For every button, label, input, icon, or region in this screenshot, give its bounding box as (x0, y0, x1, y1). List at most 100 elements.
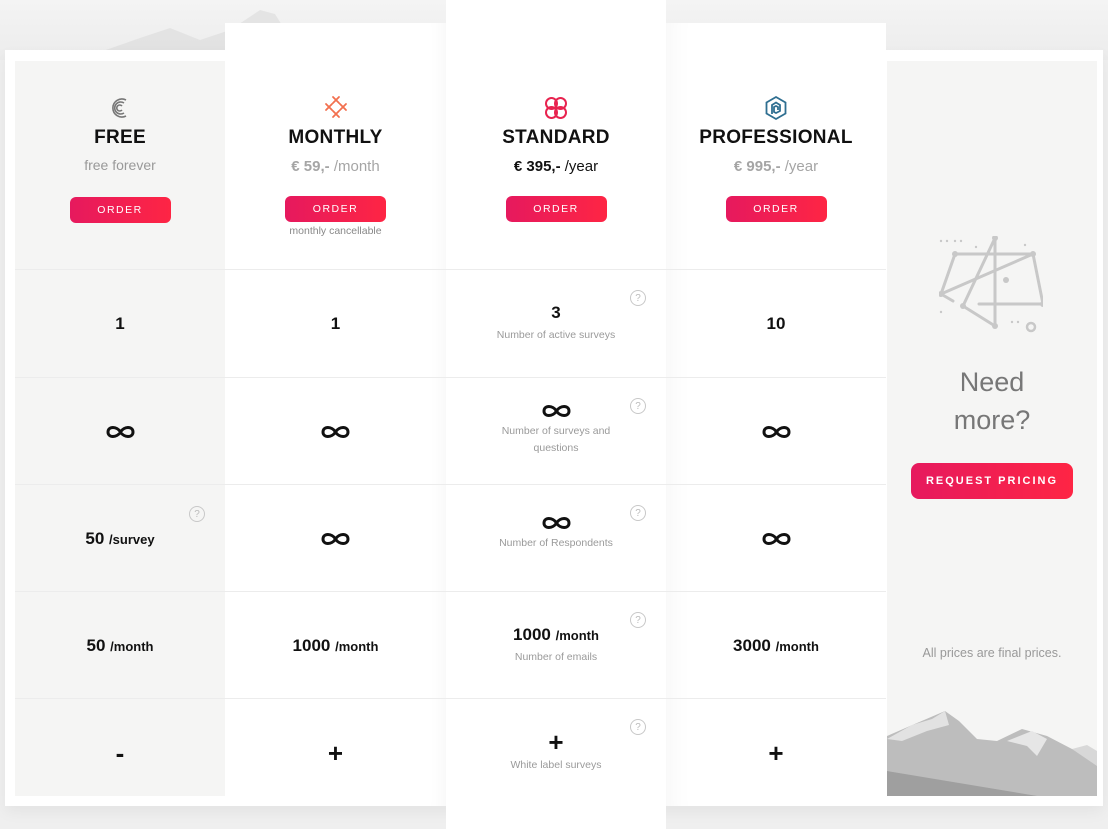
plan-column-professional: PROFESSIONAL € 995,- /year ORDER 10 3000… (666, 23, 886, 806)
need-more-heading: Need more? (887, 363, 1097, 439)
plus-value: + (548, 727, 564, 757)
plan-column-free: FREE free forever ORDER 1 50 /survey ? 5… (15, 61, 225, 796)
feature-value: 3 (551, 303, 561, 322)
feature-value: 50 /month (87, 636, 154, 656)
feature-row: + (666, 698, 886, 806)
mountains-illustration (887, 711, 1097, 796)
feature-row: - (15, 698, 225, 806)
order-button-standard[interactable]: ORDER (505, 196, 607, 222)
help-icon[interactable]: ? (630, 612, 646, 628)
clover-icon (545, 97, 567, 119)
feature-row: 10 (666, 269, 886, 377)
feature-row: 50 /survey ? (15, 484, 225, 592)
feature-value: 1 (330, 313, 341, 333)
feature-row (225, 377, 446, 485)
order-button-professional[interactable]: ORDER (725, 196, 827, 222)
feature-row: 1 (15, 269, 225, 377)
plus-value: + (768, 737, 784, 768)
price-period: /year (564, 158, 599, 175)
price-period: /month (333, 158, 380, 175)
feature-label: Number of surveys and questions (501, 424, 611, 454)
plan-name: PROFESSIONAL (699, 127, 853, 148)
price-amount: € 995,- (733, 158, 781, 175)
plan-price: € 59,- /month (225, 158, 446, 175)
feature-value: 50 /survey (85, 529, 154, 549)
plan-price: € 995,- /year (666, 158, 886, 175)
value-unit: /month (555, 628, 599, 643)
order-button-free[interactable]: ORDER (69, 197, 171, 223)
help-icon[interactable]: ? (630, 290, 646, 306)
infinity-icon (321, 532, 350, 545)
heading-line: Need (959, 367, 1025, 397)
plan-name: MONTHLY (288, 127, 383, 148)
value-unit: /month (110, 638, 154, 654)
plan-name: FREE (94, 127, 146, 148)
feature-row: 1 (225, 269, 446, 377)
feature-value: 1000 /month (513, 625, 599, 645)
help-icon[interactable]: ? (630, 398, 646, 414)
feature-label: Number of active surveys (496, 329, 616, 341)
value-number: 50 (86, 635, 106, 655)
feature-row: Number of Respondents ? (446, 484, 666, 592)
feature-row: 3 Number of active surveys ? (446, 269, 666, 377)
feature-row (666, 484, 886, 592)
price-amount: € 395,- (513, 158, 561, 175)
plan-column-monthly: MONTHLY € 59,- /month ORDER monthly canc… (225, 23, 446, 806)
request-pricing-button[interactable]: REQUEST PRICING (911, 463, 1073, 499)
feature-row: + (225, 698, 446, 806)
order-note: monthly cancellable (289, 225, 382, 237)
cross-pattern-icon (324, 96, 347, 118)
hexagon-spiral-icon (765, 95, 787, 121)
infinity-icon (761, 425, 791, 438)
plan-price: € 395,- /year (446, 158, 666, 175)
value-unit: /month (335, 638, 379, 654)
value-number: 50 (85, 528, 105, 548)
final-prices-note: All prices are final prices. (922, 646, 1062, 660)
feature-row: Number of surveys and questions ? (446, 377, 666, 485)
plan-header: MONTHLY € 59,- /month ORDER monthly canc… (225, 95, 446, 237)
plan-column-standard: STANDARD € 395,- /year ORDER 3 Number of… (446, 0, 666, 829)
plan-subtitle: free forever (84, 157, 156, 173)
feature-row: 50 /month (15, 591, 225, 699)
feature-row: 3000 /month (666, 591, 886, 699)
signal-arcs-icon (112, 98, 127, 118)
infinity-icon (541, 517, 571, 529)
infinity-icon (105, 425, 135, 438)
help-icon[interactable]: ? (189, 506, 205, 522)
need-more-panel: Need more? REQUEST PRICING All prices ar… (887, 61, 1097, 796)
plan-header: STANDARD € 395,- /year ORDER (446, 95, 666, 222)
plan-name: STANDARD (502, 127, 610, 148)
value-number: 3000 (733, 635, 771, 655)
feature-value: 3000 /month (733, 636, 819, 656)
help-icon[interactable]: ? (630, 505, 646, 521)
value-number: 1000 (513, 625, 551, 644)
infinity-icon (321, 425, 350, 438)
infinity-icon (761, 532, 791, 545)
feature-row: 1000 /month Number of emails ? (446, 591, 666, 699)
network-graph-icon (939, 236, 1043, 333)
value-unit: /survey (109, 531, 155, 547)
feature-label: Number of Respondents (499, 537, 613, 549)
feature-value: 10 (766, 313, 786, 333)
feature-row: + White label surveys ? (446, 698, 666, 806)
plan-header: FREE free forever ORDER (15, 95, 225, 223)
feature-label: White label surveys (510, 759, 602, 771)
minus-value: - (115, 737, 125, 768)
plus-value: + (327, 737, 344, 768)
feature-row (666, 377, 886, 485)
infinity-icon (541, 404, 571, 417)
feature-row (225, 484, 446, 592)
help-icon[interactable]: ? (630, 719, 646, 735)
order-button-monthly[interactable]: ORDER (285, 196, 386, 222)
feature-label: Number of emails (514, 651, 598, 663)
price-amount: € 59,- (291, 158, 330, 175)
value-unit: /month (775, 638, 819, 654)
feature-value: 1 (115, 313, 125, 333)
feature-row (15, 377, 225, 485)
price-period: /year (784, 158, 819, 175)
plan-header: PROFESSIONAL € 995,- /year ORDER (666, 95, 886, 222)
value-number: 1000 (292, 635, 331, 655)
feature-row: 1000 /month (225, 591, 446, 699)
heading-line: more? (953, 405, 1031, 435)
feature-value: 1000 /month (293, 636, 379, 656)
